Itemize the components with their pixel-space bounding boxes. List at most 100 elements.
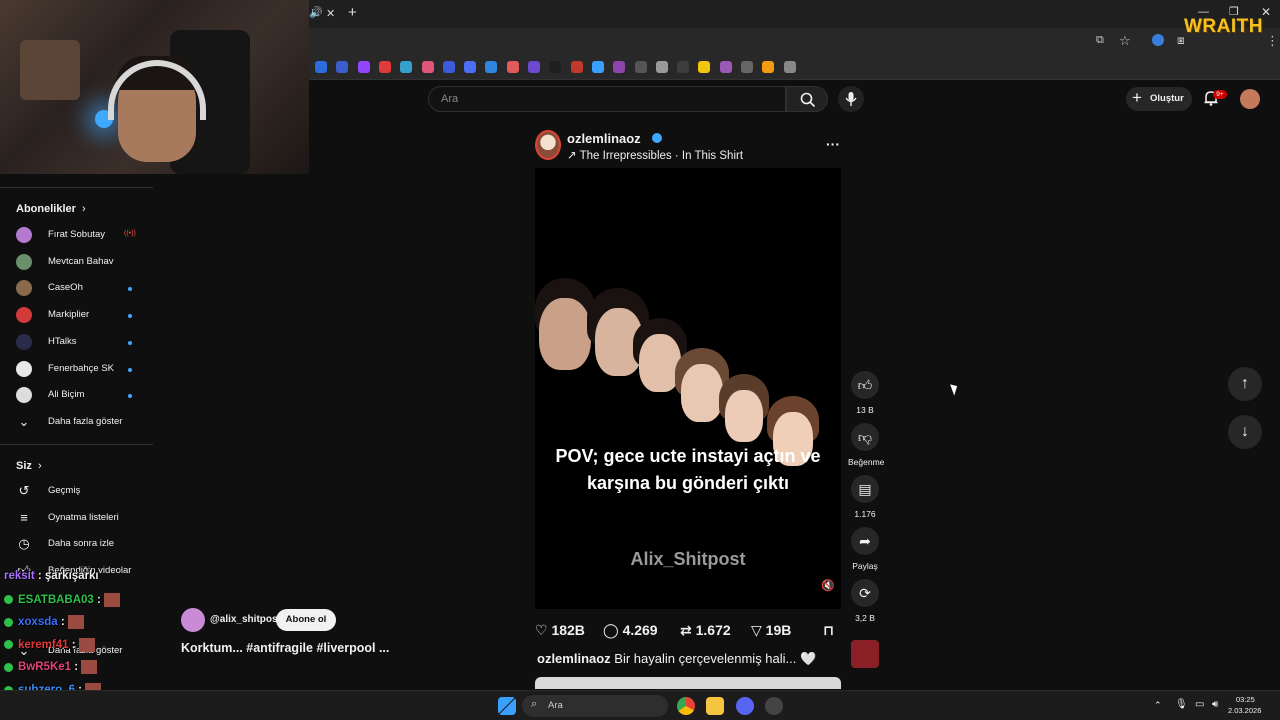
speaker-icon: 🔊: [309, 7, 323, 19]
comment-stat[interactable]: ◯ 4.269: [603, 622, 658, 639]
save-bookmark-icon[interactable]: ⊓: [823, 622, 834, 639]
sidebar-subscription-item[interactable]: Mevtcan Bahav: [0, 249, 153, 275]
bookmark-icon[interactable]: [783, 61, 796, 73]
more-options-icon[interactable]: ···: [826, 136, 840, 152]
bookmark-icon[interactable]: [570, 61, 583, 73]
bookmark-icon[interactable]: [741, 61, 753, 73]
sidebar-subscription-item[interactable]: Ali Biçim: [0, 382, 153, 408]
bookmark-icon[interactable]: [357, 61, 370, 73]
caption-user[interactable]: ozlemlinaoz: [537, 651, 611, 666]
bookmarks-bar: [309, 56, 1280, 80]
comment-icon[interactable]: ▤: [851, 475, 879, 503]
bookmark-icon[interactable]: [400, 61, 413, 73]
steam-icon[interactable]: [765, 697, 783, 715]
bookmark-icon[interactable]: [315, 61, 327, 73]
short-title[interactable]: Korktum... #antifragile #liverpool ...: [181, 641, 389, 655]
previous-short-button[interactable]: ↑: [1228, 367, 1262, 401]
sidebar-subscription-item[interactable]: Fırat Sobutay ((•)): [0, 222, 153, 248]
bookmark-star-icon[interactable]: ☆: [1119, 33, 1131, 49]
mic-tray-icon[interactable]: 🎙︎: [1175, 699, 1188, 710]
like-stat[interactable]: ♡ 182B: [535, 622, 585, 639]
sound-thumbnail[interactable]: [851, 640, 879, 668]
new-tab-button[interactable]: +: [348, 4, 357, 21]
chat-badge-icon: [4, 640, 13, 650]
display-tray-icon[interactable]: ▭: [1195, 699, 1204, 710]
comment-count: 1.176: [854, 509, 876, 519]
next-short-preview[interactable]: [535, 677, 841, 689]
share-label: Paylaş: [852, 561, 878, 571]
sidebar-you-item[interactable]: ↺ Geçmiş: [0, 478, 153, 504]
tray-chevron-icon[interactable]: ⌃: [1154, 700, 1162, 711]
show-more-subscriptions[interactable]: ⌄ Daha fazla göster: [0, 409, 153, 435]
bookmark-icon[interactable]: [336, 61, 349, 73]
bookmark-icon[interactable]: [528, 61, 540, 73]
post-author-avatar[interactable]: [535, 130, 561, 160]
menu-dots-icon[interactable]: ⋮: [1266, 33, 1279, 49]
bookmark-icon[interactable]: [634, 61, 647, 73]
extension-icon[interactable]: [1152, 34, 1164, 46]
sidebar-subscription-item[interactable]: Markiplier: [0, 302, 153, 328]
voice-search-button[interactable]: [838, 86, 864, 112]
search-input[interactable]: Ara: [428, 86, 786, 112]
repost-stat[interactable]: ⇄ 1.672: [680, 622, 731, 639]
bookmark-icon[interactable]: [677, 61, 690, 73]
bookmark-icon[interactable]: [762, 61, 775, 73]
bookmark-icon[interactable]: [549, 61, 562, 73]
remix-icon[interactable]: ⟳: [851, 579, 879, 607]
like-action[interactable]: 👍︎ 13 B: [848, 371, 882, 415]
chat-emote-icon: [103, 592, 120, 607]
bookmark-icon[interactable]: [378, 61, 391, 73]
bookmark-icon[interactable]: [506, 61, 519, 73]
clock-date[interactable]: 2.03.2026: [1228, 706, 1261, 715]
chat-emote-icon: [78, 637, 95, 652]
subscriptions-heading[interactable]: Abonelikler ›: [16, 203, 86, 215]
search-button[interactable]: [786, 86, 828, 112]
dislike-action[interactable]: 👎︎ Beğenme: [848, 423, 885, 467]
channel-avatar[interactable]: [181, 608, 205, 632]
install-icon[interactable]: ⧉: [1096, 34, 1104, 47]
share-stat[interactable]: ▽ 19B: [751, 622, 791, 639]
bookmark-icon[interactable]: [464, 61, 477, 73]
chrome-icon[interactable]: [677, 697, 695, 715]
playlist-icon: ≡: [20, 509, 28, 525]
music-link[interactable]: ↗ The Irrepressibles · In This Shirt: [567, 148, 743, 162]
channel-handle[interactable]: @alix_shitpost: [210, 614, 281, 625]
post-author-name[interactable]: ozlemlinaoz: [567, 131, 641, 146]
bookmark-icon[interactable]: [591, 61, 604, 73]
bookmark-icon[interactable]: [719, 61, 732, 73]
sidebar-you-item[interactable]: ◷ Daha sonra izle: [0, 531, 153, 557]
thumbs-down-icon[interactable]: 👎︎: [851, 423, 879, 451]
bookmark-icon[interactable]: [442, 61, 455, 73]
sidebar-subscription-item[interactable]: Fenerbahçe SK: [0, 356, 153, 382]
sidebar-subscription-item[interactable]: HTalks: [0, 329, 153, 355]
sidebar-subscription-item[interactable]: CaseOh: [0, 275, 153, 301]
account-avatar[interactable]: [1240, 89, 1260, 109]
discord-icon[interactable]: [736, 697, 754, 715]
volume-tray-icon[interactable]: 🔊︎: [1212, 699, 1218, 710]
bookmark-icon[interactable]: [485, 61, 498, 73]
active-tab[interactable]: 🔊 ✕: [309, 4, 344, 24]
bookmark-icon[interactable]: [613, 61, 626, 73]
thumbs-up-icon[interactable]: 👍︎: [851, 371, 879, 399]
taskbar-search[interactable]: ⌕ Ara: [522, 695, 668, 717]
remix-action[interactable]: ⟳ 3,2 B: [848, 579, 882, 623]
sidebar-you-item[interactable]: ≡ Oynatma listeleri: [0, 505, 153, 531]
mute-icon[interactable]: 🔇: [821, 579, 835, 593]
windows-start-icon[interactable]: [498, 697, 516, 715]
tab-close-icon[interactable]: ✕: [326, 7, 335, 20]
share-action[interactable]: ➦ Paylaş: [848, 527, 882, 571]
create-button[interactable]: + Oluştur: [1126, 87, 1192, 111]
comment-action[interactable]: ▤ 1.176: [848, 475, 882, 519]
next-short-button[interactable]: ↓: [1228, 415, 1262, 449]
you-heading[interactable]: Siz ›: [16, 460, 42, 472]
subscribe-button[interactable]: Abone ol: [276, 609, 336, 631]
clock-time[interactable]: 03:25: [1236, 695, 1255, 704]
short-video-player[interactable]: POV; gece ucte instayi açtın ve karşına …: [535, 168, 841, 609]
bookmark-icon[interactable]: [421, 61, 434, 73]
file-explorer-icon[interactable]: [706, 697, 724, 715]
bookmark-icon[interactable]: [698, 61, 711, 73]
bookmark-icon[interactable]: [655, 61, 668, 73]
live-icon: ((•)): [124, 230, 136, 237]
share-arrow-icon[interactable]: ➦: [851, 527, 879, 555]
dislike-label: Beğenme: [848, 457, 885, 467]
